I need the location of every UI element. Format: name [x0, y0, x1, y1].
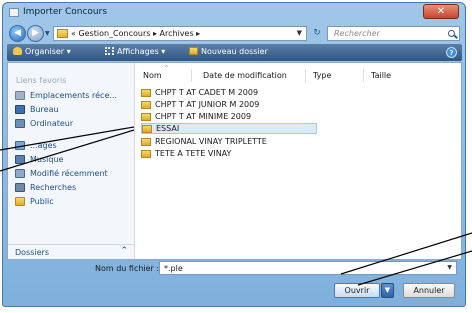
sidebar-item-label: Public	[30, 196, 54, 206]
recently-changed-icon	[15, 168, 25, 178]
file-name: CHPT T AT CADET M 2009	[155, 88, 259, 97]
dialog-footer: Nom du fichier : *.ple ▼ Ouvrir ▼ Annule…	[7, 261, 462, 305]
sidebar-item-label: Recherches	[30, 182, 77, 192]
file-name: REGIONAL VINAY TRIPLETTE	[155, 137, 267, 146]
sidebar-item-searches[interactable]: Recherches	[15, 181, 76, 193]
cancel-button[interactable]: Annuler	[403, 283, 455, 298]
folders-toggle[interactable]: Dossiers ⌃	[8, 244, 134, 259]
sidebar-item-recently-changed[interactable]: Modifié récemment	[15, 167, 108, 179]
new-folder-button[interactable]: Nouveau dossier	[189, 47, 268, 56]
file-name: TETE A TETE VINAY	[155, 149, 232, 158]
pictures-icon	[15, 140, 25, 150]
column-header-name[interactable]: Nom	[143, 71, 162, 80]
search-placeholder: Rechercher	[334, 29, 380, 38]
folder-icon	[141, 137, 151, 146]
sidebar-item-recent-places[interactable]: Emplacements réce...	[15, 89, 117, 101]
computer-icon	[15, 118, 25, 128]
folder-icon	[141, 100, 151, 109]
file-name: CHPT T AT MINIME 2009	[155, 112, 252, 121]
close-button[interactable]: ✕	[423, 4, 459, 19]
sidebar-item-computer[interactable]: Ordinateur	[15, 117, 73, 129]
content-area: Liens favoris Emplacements réce... Burea…	[7, 62, 462, 260]
organize-label: Organiser ▾	[25, 47, 71, 56]
chevron-up-icon: ⌃	[120, 246, 128, 256]
sidebar-item-label: Ordinateur	[30, 118, 74, 128]
list-item[interactable]: CHPT T AT CADET M 2009	[141, 87, 317, 98]
folder-icon	[141, 88, 151, 97]
list-item[interactable]: REGIONAL VINAY TRIPLETTE	[141, 136, 317, 147]
address-row: ◀ ▶ ▼ « Gestion_Concours ▸ Archives ▸ ▼ …	[7, 25, 462, 43]
views-icon	[105, 47, 114, 55]
searches-icon	[15, 182, 25, 192]
recent-places-icon	[15, 90, 25, 100]
list-item[interactable]: TETE A TETE VINAY	[141, 148, 317, 159]
file-name: ESSAI	[156, 124, 180, 133]
filename-value[interactable]: *.ple	[164, 264, 183, 273]
title-bar[interactable]: Importer Concours ✕	[3, 3, 465, 23]
favorites-heading: Liens favoris	[16, 76, 67, 85]
list-item[interactable]: CHPT T AT JUNIOR M 2009	[141, 99, 317, 110]
recent-pages-dropdown[interactable]: ▼	[45, 30, 51, 37]
forward-button[interactable]: ▶	[27, 25, 44, 42]
folder-icon	[142, 124, 152, 133]
desktop-icon	[15, 104, 25, 114]
sort-ascending-icon: ^	[164, 65, 170, 72]
column-separator[interactable]	[363, 69, 364, 82]
import-dialog: Importer Concours ✕ ◀ ▶ ▼ « Gestion_Conc…	[2, 2, 466, 307]
filename-field[interactable]: *.ple ▼	[159, 261, 457, 275]
sidebar-item-label: Emplacements réce...	[30, 90, 117, 100]
column-separator[interactable]	[305, 69, 306, 82]
window-title: Importer Concours	[23, 7, 108, 17]
window-icon	[9, 8, 19, 17]
address-bar[interactable]: « Gestion_Concours ▸ Archives ▸ ▼	[53, 26, 307, 41]
views-label: Affichages ▾	[117, 47, 166, 56]
search-icon[interactable]	[448, 30, 455, 37]
folder-icon	[57, 29, 68, 38]
folder-icon	[141, 149, 151, 158]
navigation-pane: Liens favoris Emplacements réce... Burea…	[8, 63, 135, 259]
file-list: Nom ^ Date de modification Type Taille C…	[135, 63, 461, 259]
sidebar-item-label: ...ages	[30, 140, 57, 150]
sidebar-item-music[interactable]: Musique	[15, 153, 63, 165]
column-separator[interactable]	[191, 69, 192, 82]
open-dropdown-button[interactable]: ▼	[381, 283, 394, 298]
address-dropdown-icon[interactable]: ▼	[297, 29, 302, 37]
folder-icon	[141, 112, 151, 121]
public-folder-icon	[15, 196, 25, 206]
command-toolbar: Organiser ▾ Affichages ▾ Nouveau dossier…	[7, 44, 462, 61]
filename-label: Nom du fichier :	[95, 264, 160, 273]
organize-icon	[13, 47, 22, 55]
sidebar-item-public[interactable]: Public	[15, 195, 54, 207]
file-name: CHPT T AT JUNIOR M 2009	[155, 100, 260, 109]
column-header-date[interactable]: Date de modification	[203, 71, 287, 80]
folders-label: Dossiers	[15, 248, 49, 257]
views-button[interactable]: Affichages ▾	[105, 47, 165, 56]
search-input[interactable]: Rechercher	[327, 26, 460, 41]
new-folder-icon	[189, 47, 198, 55]
help-icon[interactable]: ?	[446, 47, 457, 58]
sidebar-item-desktop[interactable]: Bureau	[15, 103, 59, 115]
open-button[interactable]: Ouvrir	[334, 283, 380, 298]
filename-dropdown-icon[interactable]: ▼	[447, 264, 452, 271]
list-item-selected[interactable]: ESSAI	[141, 123, 317, 134]
list-item[interactable]: CHPT T AT MINIME 2009	[141, 111, 317, 122]
music-icon	[15, 154, 25, 164]
new-folder-label: Nouveau dossier	[201, 47, 268, 56]
column-header-type[interactable]: Type	[313, 71, 331, 80]
breadcrumb[interactable]: « Gestion_Concours ▸ Archives ▸	[71, 29, 200, 38]
column-header-size[interactable]: Taille	[371, 71, 391, 80]
sidebar-item-pictures[interactable]: ...ages	[15, 139, 57, 151]
sidebar-item-label: Musique	[30, 154, 64, 164]
organize-button[interactable]: Organiser ▾	[13, 47, 71, 56]
sidebar-item-label: Bureau	[30, 104, 59, 114]
sidebar-item-label: Modifié récemment	[30, 168, 108, 178]
refresh-button[interactable]: ↻	[309, 26, 325, 41]
back-button[interactable]: ◀	[9, 25, 26, 42]
